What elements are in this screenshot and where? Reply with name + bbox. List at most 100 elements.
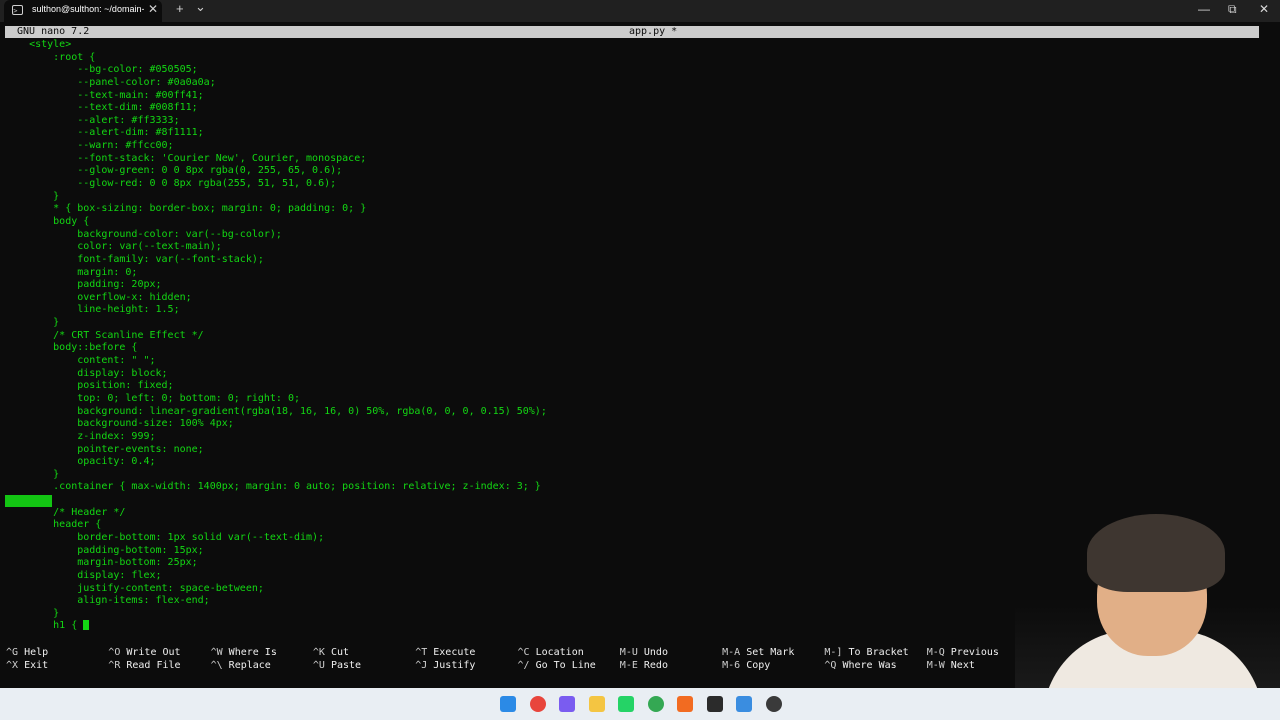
shortcut-key: ^W: [210, 647, 223, 658]
shortcut-label: Write Out: [126, 647, 181, 658]
nano-title-bar: GNU nano 7.2 app.py *: [5, 26, 1259, 38]
shortcut-key: M-E: [619, 659, 638, 671]
shortcut-item: ^Q Where Was: [824, 660, 926, 673]
shortcut-item: ^U Paste: [313, 660, 415, 673]
shortcut-key: ^O: [108, 647, 121, 658]
shortcut-column: ^T Execute ^J Justify: [415, 647, 517, 672]
shortcut-key: M-U: [619, 647, 638, 658]
shortcut-item: ^T Execute: [415, 647, 517, 660]
shortcut-label: Redo: [643, 659, 668, 671]
shortcut-item: M-6 Copy: [722, 660, 824, 673]
code-line: position: fixed;: [5, 380, 174, 392]
code-line: padding: 20px;: [5, 279, 162, 291]
shortcut-label: Go To Line: [535, 659, 596, 671]
shortcut-label: To Bracket: [848, 647, 909, 658]
maximize-icon[interactable]: ⧉: [1228, 2, 1237, 17]
code-line: background-size: 100% 4px;: [5, 418, 234, 430]
shortcut-key: M-6: [722, 659, 741, 671]
shortcut-key: M-]: [824, 647, 843, 658]
shortcut-label: Paste: [330, 659, 362, 671]
whatsapp-icon[interactable]: [618, 696, 634, 712]
new-tab-icon[interactable]: +: [176, 1, 184, 16]
webcam-overlay: [1015, 500, 1280, 690]
code-line: --warn: #ffcc00;: [5, 140, 174, 152]
shortcut-item: ^X Exit: [6, 660, 108, 673]
shortcut-key: ^Q: [824, 659, 837, 671]
minimize-icon[interactable]: —: [1198, 2, 1210, 16]
shortcut-label: Execute: [433, 647, 476, 658]
shortcut-label: Read File: [126, 659, 181, 671]
code-line: --text-dim: #008f11;: [5, 102, 198, 114]
windows-start-icon[interactable]: [500, 696, 516, 712]
tab-dropdown-icon[interactable]: ⌄: [195, 0, 206, 15]
shortcut-item: M-W Next: [927, 660, 1029, 673]
code-line: }: [5, 468, 60, 480]
shortcut-column: M-Q Previous M-W Next: [927, 647, 1029, 672]
shortcut-label: Help: [24, 647, 49, 658]
chrome-profile-icon[interactable]: [647, 696, 664, 712]
shortcut-item: ^G Help: [6, 647, 108, 660]
terminal-tab[interactable]: >_ sulthon@sulthon: ~/domain-i ✕: [4, 0, 162, 22]
shortcut-item: M-U Undo: [620, 647, 722, 660]
shortcut-column: ^C Location ^/ Go To Line: [518, 647, 620, 672]
shortcut-key: ^G: [6, 647, 19, 658]
code-line: }: [5, 190, 60, 202]
code-line: body {: [5, 215, 90, 227]
burp-icon[interactable]: [677, 696, 693, 712]
code-line: }: [5, 317, 60, 329]
shortcut-label: Copy: [746, 659, 771, 671]
close-tab-icon[interactable]: ✕: [148, 2, 158, 16]
shortcut-item: M-A Set Mark: [722, 647, 824, 660]
shortcut-key: ^C: [517, 647, 530, 658]
window-close-icon[interactable]: ✕: [1259, 2, 1269, 16]
shortcut-column: ^W Where Is ^\ Replace: [211, 647, 313, 672]
app-icon[interactable]: [765, 696, 782, 712]
copilot-icon[interactable]: [559, 696, 575, 712]
shortcut-label: Replace: [228, 659, 271, 671]
code-line: opacity: 0.4;: [5, 456, 156, 468]
presenter-hair: [1087, 514, 1225, 592]
title-bar: >_ sulthon@sulthon: ~/domain-i ✕ + ⌄ — ⧉…: [0, 0, 1280, 22]
shortcut-column: M-U Undo M-E Redo: [620, 647, 722, 672]
shortcut-item: ^/ Go To Line: [518, 660, 620, 673]
file-name: app.py *: [629, 26, 678, 37]
file-explorer-icon[interactable]: [588, 696, 605, 712]
code-line: --panel-color: #0a0a0a;: [5, 76, 216, 88]
shortcut-item: ^\ Replace: [211, 660, 313, 673]
code-line: --bg-color: #050505;: [5, 64, 198, 76]
code-line: <style>: [5, 39, 72, 50]
shortcut-key: ^\: [210, 659, 223, 671]
text-cursor: [83, 620, 90, 631]
shortcut-key: ^/: [517, 659, 530, 671]
code-line: body::before {: [5, 342, 138, 354]
shortcut-key: ^R: [108, 659, 121, 671]
terminal-icon[interactable]: [706, 696, 723, 712]
shortcut-column: M-] To Bracket ^Q Where Was: [824, 647, 926, 672]
code-line: line-height: 1.5;: [5, 304, 180, 316]
notepad-icon[interactable]: [736, 696, 752, 712]
shortcut-column: ^G Help ^X Exit: [6, 647, 108, 672]
code-line: pointer-events: none;: [5, 443, 204, 455]
code-line: :root {: [5, 51, 96, 63]
code-line: margin: 0;: [5, 266, 138, 278]
shortcut-label: Justify: [433, 659, 476, 671]
shortcut-label: Previous: [950, 647, 999, 658]
tab-title: sulthon@sulthon: ~/domain-i: [32, 4, 144, 14]
code-line: --font-stack: 'Courier New', Courier, mo…: [5, 152, 367, 164]
terminal-icon: >_: [12, 5, 23, 15]
shortcut-item: ^R Read File: [108, 660, 210, 673]
code-line: top: 0; left: 0; bottom: 0; right: 0;: [5, 392, 301, 404]
code-line: background: linear-gradient(rgba(18, 16,…: [5, 405, 547, 417]
code-line: --alert-dim: #8f1111;: [5, 127, 204, 139]
shortcut-key: M-W: [926, 659, 945, 671]
shortcut-item: ^J Justify: [415, 660, 517, 673]
shortcut-column: M-A Set Mark M-6 Copy: [722, 647, 824, 672]
nano-version: GNU nano 7.2: [17, 26, 90, 37]
shortcut-label: Location: [535, 647, 584, 658]
shortcut-item: ^K Cut: [313, 647, 415, 660]
shortcut-label: Where Is: [228, 647, 277, 658]
code-line: .container { max-width: 1400px; margin: …: [5, 481, 541, 493]
code-line: font-family: var(--font-stack);: [5, 253, 264, 265]
chrome-icon[interactable]: [529, 696, 546, 712]
shortcut-key: ^U: [312, 659, 325, 671]
